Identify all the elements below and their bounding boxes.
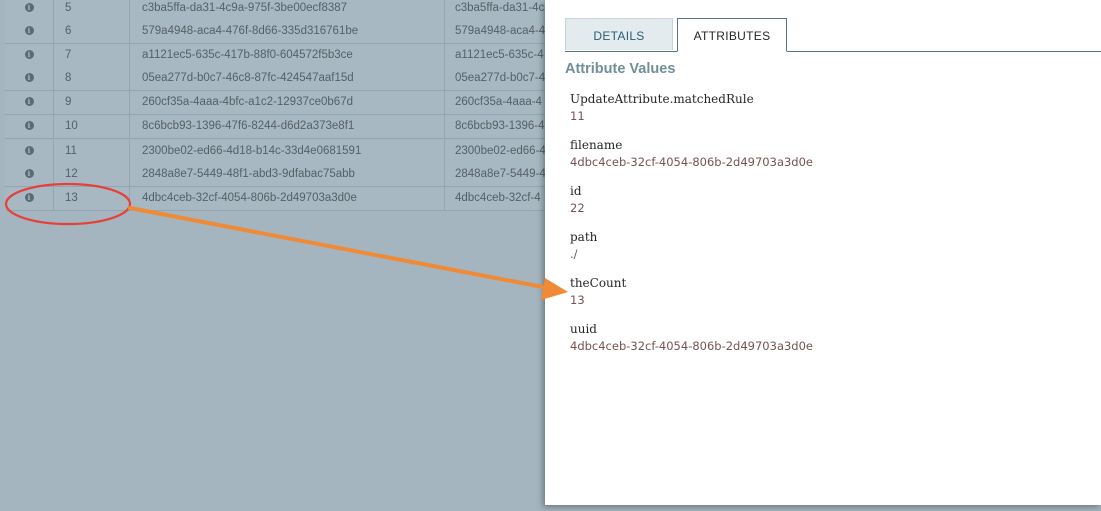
table-row[interactable]: i 7 a1121ec5-635c-417b-88f0-604572f5b3ce… [5, 44, 565, 68]
attribute-value: ./ [570, 247, 578, 261]
info-icon[interactable]: i [24, 50, 34, 60]
attribute-value: 22 [570, 201, 585, 215]
table-row[interactable]: i 9 260cf35a-4aaa-4bfc-a1c2-12937ce0b67d… [5, 91, 565, 115]
position-cell: 10 [54, 115, 130, 138]
uuid-cell: 8c6bcb93-1396-47f6-8244-d6d2a373e8f1 [131, 115, 445, 138]
attribute-value: 4dbc4ceb-32cf-4054-806b-2d49703a3d0e [570, 339, 813, 353]
position-cell: 11 [54, 140, 130, 163]
attribute-value: 11 [570, 109, 585, 123]
info-icon[interactable]: i [24, 146, 34, 156]
attribute-item: uuid 4dbc4ceb-32cf-4054-806b-2d49703a3d0… [570, 321, 813, 355]
info-icon[interactable]: i [24, 121, 34, 131]
attribute-item: UpdateAttribute.matchedRule 11 [570, 91, 754, 125]
table-row[interactable]: i 13 4dbc4ceb-32cf-4054-806b-2d49703a3d0… [5, 187, 565, 211]
info-icon[interactable]: i [24, 97, 34, 107]
table-row[interactable]: i 8 05ea277d-b0c7-46c8-87fc-424547aaf15d… [5, 67, 565, 91]
info-icon[interactable]: i [24, 26, 34, 36]
position-cell: 9 [54, 91, 130, 114]
info-icon[interactable]: i [24, 193, 34, 203]
flowfile-dialog: DETAILS ATTRIBUTES Attribute Values Upda… [545, 0, 1101, 505]
attribute-name: uuid [570, 322, 597, 336]
table-row[interactable]: i 11 2300be02-ed66-4d18-b14c-33d4e068159… [5, 140, 565, 164]
uuid-cell: a1121ec5-635c-417b-88f0-604572f5b3ce [131, 44, 445, 67]
position-cell: 6 [54, 20, 130, 43]
table-row[interactable]: i 5 c3ba5ffa-da31-4c9a-975f-3be00ecf8387… [5, 0, 565, 21]
attribute-item: theCount 13 [570, 275, 626, 309]
uuid-cell: 260cf35a-4aaa-4bfc-a1c2-12937ce0b67d [131, 91, 445, 114]
attribute-item: id 22 [570, 183, 585, 217]
table-row[interactable]: i 10 8c6bcb93-1396-47f6-8244-d6d2a373e8f… [5, 115, 565, 139]
table-row[interactable]: i 12 2848a8e7-5449-48f1-abd3-9dfabac75ab… [5, 163, 565, 187]
attribute-item: path ./ [570, 229, 597, 263]
section-title: Attribute Values [565, 61, 676, 77]
uuid-cell: c3ba5ffa-da31-4c9a-975f-3be00ecf8387 [131, 0, 445, 20]
uuid-cell: 2848a8e7-5449-48f1-abd3-9dfabac75abb [131, 163, 445, 186]
tab-details[interactable]: DETAILS [565, 18, 673, 50]
attribute-name: UpdateAttribute.matchedRule [570, 92, 754, 106]
attribute-value: 13 [570, 293, 585, 307]
position-cell: 13 [54, 187, 130, 210]
tab-attributes[interactable]: ATTRIBUTES [677, 18, 787, 52]
attribute-name: id [570, 184, 582, 198]
flowfile-table: i 5 c3ba5ffa-da31-4c9a-975f-3be00ecf8387… [0, 0, 565, 511]
uuid-cell: 4dbc4ceb-32cf-4054-806b-2d49703a3d0e [131, 187, 445, 210]
uuid-cell: 579a4948-aca4-476f-8d66-335d316761be [131, 20, 445, 43]
position-cell: 8 [54, 67, 130, 90]
uuid-cell: 2300be02-ed66-4d18-b14c-33d4e0681591 [131, 140, 445, 163]
info-icon[interactable]: i [24, 73, 34, 83]
info-icon[interactable]: i [24, 3, 34, 13]
attribute-name: path [570, 230, 598, 244]
info-icon[interactable]: i [24, 169, 34, 179]
attribute-name: theCount [570, 276, 627, 290]
position-cell: 5 [54, 0, 130, 20]
position-cell: 7 [54, 44, 130, 67]
uuid-cell: 05ea277d-b0c7-46c8-87fc-424547aaf15d [131, 67, 445, 90]
attribute-item: filename 4dbc4ceb-32cf-4054-806b-2d49703… [570, 137, 813, 171]
position-cell: 12 [54, 163, 130, 186]
tab-bar: DETAILS ATTRIBUTES [565, 18, 1101, 52]
table-row[interactable]: i 6 579a4948-aca4-476f-8d66-335d316761be… [5, 20, 565, 44]
attribute-value: 4dbc4ceb-32cf-4054-806b-2d49703a3d0e [570, 155, 813, 169]
attribute-name: filename [570, 138, 623, 152]
